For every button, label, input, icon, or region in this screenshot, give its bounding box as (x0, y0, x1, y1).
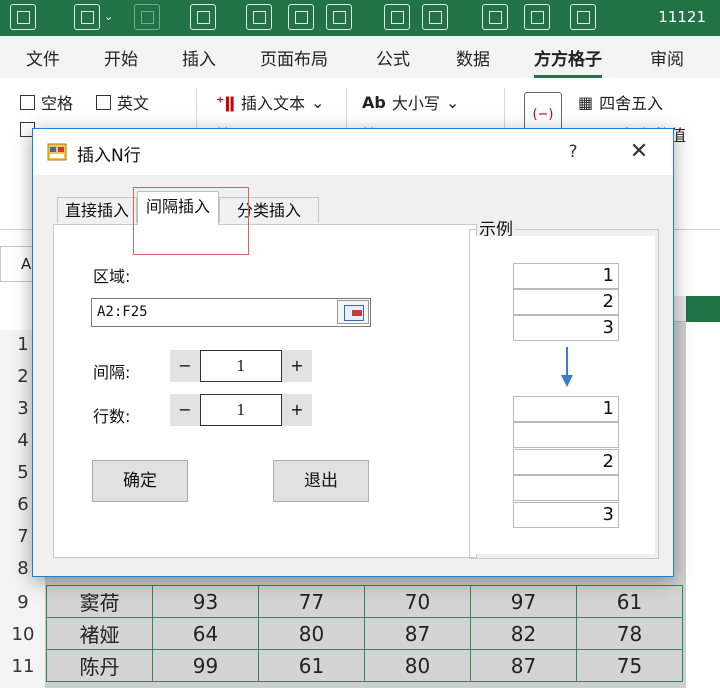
row-header[interactable]: 9 (0, 592, 46, 613)
region-input[interactable]: A2:F25 (91, 298, 371, 327)
table-cell[interactable]: 93 (152, 585, 259, 618)
example-before-cell: 3 (513, 315, 619, 341)
table-cell[interactable]: 61 (576, 585, 683, 618)
tab-file[interactable]: 文件 (26, 45, 60, 70)
picture-icon[interactable] (524, 4, 550, 30)
save-icon[interactable] (10, 4, 36, 30)
arrow-down-icon (566, 347, 568, 377)
ribbon-tabs: 文件 开始 插入 页面布局 公式 数据 方方格子 审阅 (0, 36, 720, 78)
tab-review[interactable]: 审阅 (650, 45, 684, 70)
example-before-cell: 2 (513, 289, 619, 315)
rows-label: 行数: (93, 407, 131, 426)
textbox-icon[interactable] (482, 4, 508, 30)
table-cell[interactable]: 80 (258, 617, 365, 650)
dialog-title: 插入N行 (77, 146, 141, 166)
range-picker-icon[interactable] (337, 300, 369, 324)
tab-fangfang[interactable]: 方方格子 (534, 45, 602, 78)
table-cell[interactable]: 窦荷 (46, 585, 153, 618)
chevron-down-icon: ⌄ (311, 92, 325, 112)
insert-n-rows-dialog: 插入N行 ? ✕ 直接插入 间隔插入 分类插入 区域: A2:F25 间隔: −… (32, 128, 674, 577)
rows-input[interactable]: 1 (200, 394, 282, 426)
region-label: 区域: (93, 267, 131, 286)
chevron-down-icon: ⌄ (445, 92, 460, 112)
dialog-titlebar[interactable]: 插入N行 ? ✕ (33, 129, 673, 175)
tab-home[interactable]: 开始 (104, 45, 138, 70)
document-icon[interactable] (570, 4, 596, 30)
redo-icon[interactable] (134, 4, 160, 30)
table-cell[interactable]: 77 (258, 585, 365, 618)
undo-dropdown-icon[interactable]: ⌄ (104, 10, 113, 23)
rows-plus-button[interactable]: + (282, 394, 312, 426)
grid-icon[interactable] (326, 4, 352, 30)
table-cell[interactable]: 99 (152, 649, 259, 682)
insert-text-button[interactable]: ⁺ǁ 插入文本 ⌄ (216, 90, 324, 114)
tab-data[interactable]: 数据 (456, 45, 490, 70)
table-icon[interactable] (246, 4, 272, 30)
data-table: 窦荷 93 77 70 97 61 褚娅 64 80 87 82 78 陈丹 9… (46, 585, 683, 682)
checkbox-icon (96, 94, 111, 110)
arrow-head-icon (561, 375, 573, 387)
round-icon: ▦ (578, 92, 594, 112)
checkbox-icon (20, 94, 35, 110)
table-cell[interactable]: 70 (364, 585, 471, 618)
case-button[interactable]: Ab 大小写 ⌄ (362, 90, 459, 114)
example-before-cell: 1 (513, 263, 619, 289)
interval-plus-button[interactable]: + (282, 350, 312, 382)
interval-minus-button[interactable]: − (170, 350, 200, 382)
insert-text-icon: ⁺ǁ (216, 92, 235, 112)
tab-direct-insert[interactable]: 直接插入 (57, 197, 137, 223)
table-cell[interactable]: 87 (364, 617, 471, 650)
selected-column-header[interactable] (686, 296, 720, 322)
help-button[interactable]: ? (553, 133, 593, 171)
table-row: 褚娅 64 80 87 82 78 (46, 617, 683, 650)
table-cell[interactable]: 64 (152, 617, 259, 650)
table-cell[interactable]: 61 (258, 649, 365, 682)
quick-access-toolbar: ⌄ 11121 (0, 0, 720, 36)
example-after-cell: 1 (513, 396, 619, 422)
example-after-cell: 3 (513, 502, 619, 528)
table-cell[interactable]: 75 (576, 649, 683, 682)
interval-input[interactable]: 1 (200, 350, 282, 382)
table-cell[interactable]: 陈丹 (46, 649, 153, 682)
doc-number: 11121 (658, 8, 706, 26)
rows-minus-button[interactable]: − (170, 394, 200, 426)
highlight-box (133, 187, 249, 255)
row-header[interactable]: 11 (0, 656, 46, 677)
table-row: 窦荷 93 77 70 97 61 (46, 585, 683, 618)
space-checkbox[interactable]: 空格 (20, 90, 73, 114)
table-cell[interactable]: 褚娅 (46, 617, 153, 650)
table-row: 陈丹 99 61 80 87 75 (46, 649, 683, 682)
english-checkbox[interactable]: 英文 (96, 90, 149, 114)
table-cell[interactable]: 78 (576, 617, 683, 650)
chart-icon[interactable] (288, 4, 314, 30)
shapes-icon[interactable] (422, 4, 448, 30)
undo-icon[interactable] (74, 4, 100, 30)
example-after-cell (513, 475, 619, 501)
app-icon (47, 143, 67, 161)
table-cell[interactable]: 80 (364, 649, 471, 682)
interval-label: 间隔: (93, 363, 131, 382)
ok-button[interactable]: 确定 (92, 460, 188, 502)
format-painter-icon[interactable] (190, 4, 216, 30)
example-after-cell (513, 422, 619, 448)
close-button[interactable]: ✕ (617, 133, 661, 171)
round-button[interactable]: ▦ 四舍五入 (578, 90, 663, 114)
table-cell[interactable]: 82 (470, 617, 577, 650)
tab-page-layout[interactable]: 页面布局 (260, 45, 328, 70)
tab-formulas[interactable]: 公式 (376, 45, 410, 70)
example-after-cell: 2 (513, 449, 619, 475)
table-cell[interactable]: 87 (470, 649, 577, 682)
table-cell[interactable]: 97 (470, 585, 577, 618)
screenshot-icon[interactable] (384, 4, 410, 30)
exit-button[interactable]: 退出 (273, 460, 369, 502)
tab-insert[interactable]: 插入 (182, 45, 216, 70)
case-icon: Ab (362, 92, 386, 112)
row-header[interactable]: 10 (0, 624, 46, 645)
